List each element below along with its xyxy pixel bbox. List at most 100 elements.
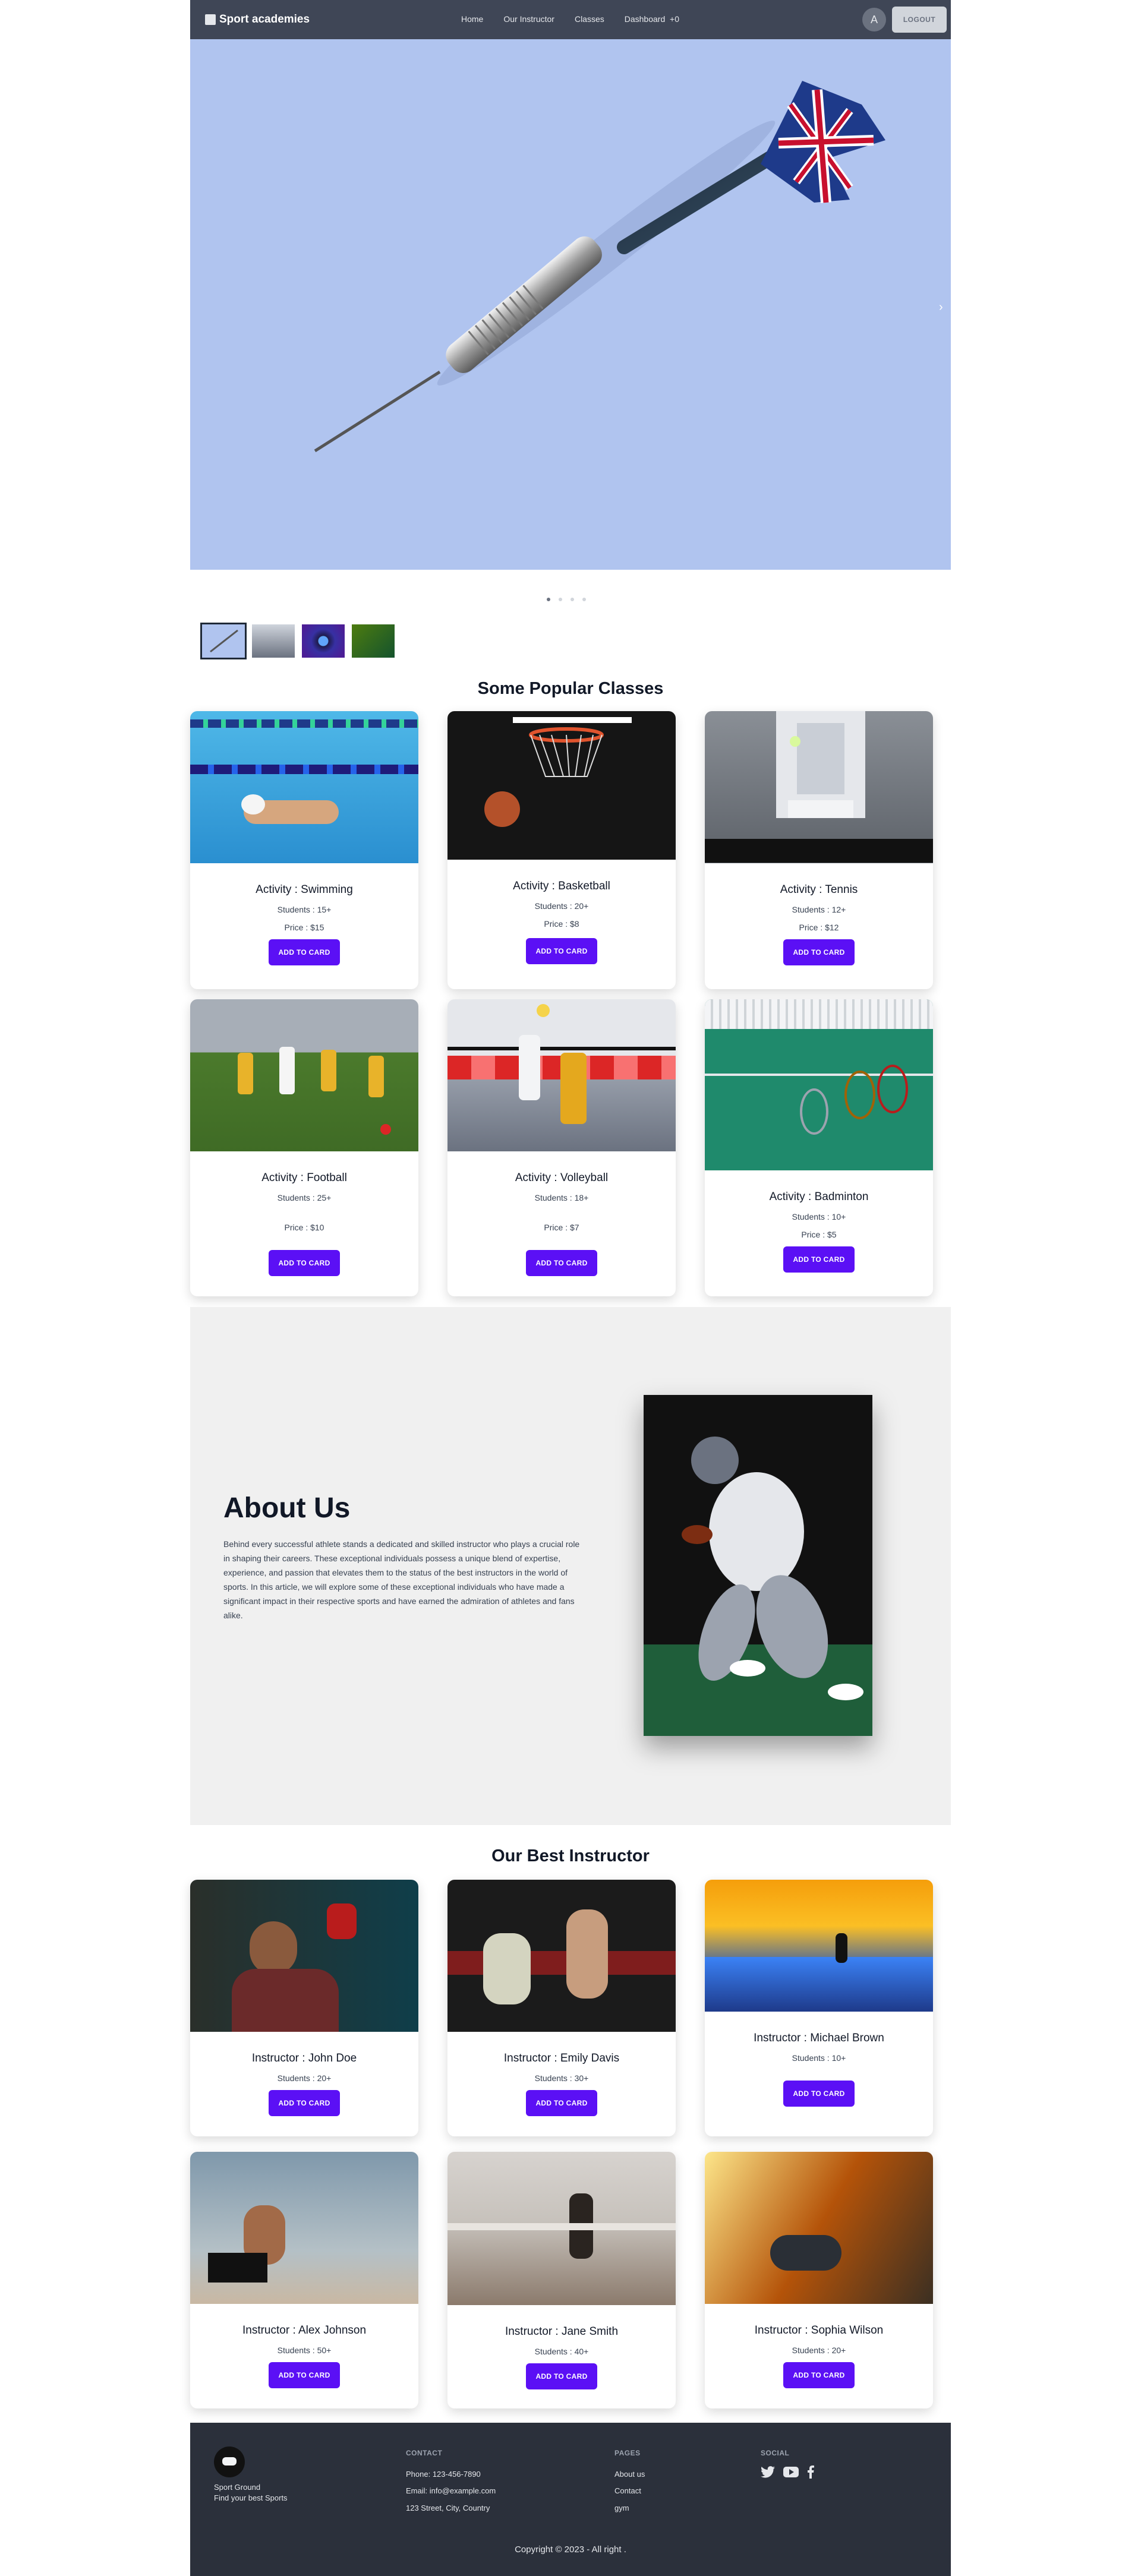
- class-card: Activity : Volleyball Students : 18+ Pri…: [447, 999, 676, 1296]
- twitter-icon[interactable]: [761, 2466, 775, 2478]
- youtube-icon[interactable]: [783, 2467, 799, 2477]
- nav-dashboard-label: Dashboard: [624, 14, 666, 24]
- nav-home[interactable]: Home: [461, 14, 483, 24]
- instructor-photo: [447, 1880, 676, 2032]
- footer-pages-title: PAGES: [614, 2449, 641, 2457]
- add-to-card-button[interactable]: ADD TO CARD: [269, 2090, 340, 2116]
- instructor-photo: [705, 2152, 933, 2304]
- footer-email: Email: info@example.com: [406, 2486, 496, 2495]
- add-to-card-button[interactable]: ADD TO CARD: [269, 939, 340, 965]
- nav-dashboard[interactable]: Dashboard +0: [625, 14, 679, 24]
- navbar: Sport academies Home Our Instructor Clas…: [190, 0, 951, 39]
- instructor-students: Students : 40+: [534, 2347, 589, 2356]
- class-card: Activity : Swimming Students : 15+ Price…: [190, 711, 418, 989]
- classes-section-title: Some Popular Classes: [477, 679, 664, 698]
- badminton-image: [705, 999, 933, 1170]
- class-card: Activity : Tennis Students : 12+ Price :…: [705, 711, 933, 989]
- footer-social-title: SOCIAL: [761, 2449, 790, 2457]
- swimming-image: [190, 711, 418, 863]
- add-to-card-button[interactable]: ADD TO CARD: [783, 939, 855, 965]
- class-students: Students : 12+: [792, 905, 846, 914]
- class-activity: Activity : Volleyball: [515, 1172, 609, 1184]
- basketball-image: [447, 711, 676, 860]
- logout-button[interactable]: LOGOUT: [892, 7, 947, 33]
- thumbnail-darts-board[interactable]: [252, 624, 295, 658]
- class-card: Activity : Badminton Students : 10+ Pric…: [705, 999, 933, 1296]
- add-to-card-button[interactable]: ADD TO CARD: [269, 2362, 340, 2388]
- thumbnail-target[interactable]: [302, 624, 345, 658]
- add-to-card-button[interactable]: ADD TO CARD: [526, 1250, 597, 1276]
- cart-count: +0: [670, 14, 679, 24]
- about-text: Behind every successful athlete stands a…: [223, 1539, 580, 1620]
- instructor-photo: [705, 1880, 933, 2012]
- class-activity: Activity : Tennis: [780, 883, 858, 896]
- nav-links: Home Our Instructor Classes Dashboard +0: [461, 14, 679, 24]
- about-title: About Us: [223, 1492, 351, 1524]
- instructor-card: Instructor : Michael Brown Students : 10…: [705, 1880, 933, 2136]
- class-price: Price : $7: [544, 1223, 579, 1232]
- thumbnail-dart[interactable]: [200, 623, 247, 659]
- slider-dot[interactable]: [547, 598, 550, 601]
- footer-link-about[interactable]: About us: [614, 2470, 645, 2479]
- slider-dot[interactable]: [559, 598, 562, 601]
- nav-classes[interactable]: Classes: [575, 14, 604, 24]
- add-to-card-button[interactable]: ADD TO CARD: [526, 938, 597, 964]
- class-price: Price : $15: [284, 923, 324, 932]
- class-students: Students : 10+: [792, 1212, 846, 1221]
- footer-contact-title: CONTACT: [406, 2449, 443, 2457]
- class-price: Price : $8: [544, 919, 579, 929]
- instructor-card: Instructor : Alex Johnson Students : 50+…: [190, 2152, 418, 2408]
- facebook-icon[interactable]: [807, 2465, 814, 2479]
- logo-icon: [205, 14, 216, 25]
- thumbnail-field[interactable]: [352, 624, 395, 658]
- class-students: Students : 20+: [534, 901, 589, 911]
- volleyball-image: [447, 999, 676, 1151]
- football-image: [190, 999, 418, 1151]
- footer-address: 123 Street, City, Country: [406, 2504, 490, 2512]
- footer-tagline: Find your best Sports: [214, 2493, 288, 2502]
- class-price: Price : $10: [284, 1223, 324, 1232]
- instructor-name: Instructor : Emily Davis: [503, 2052, 620, 2064]
- footer-brand-name: Sport Ground: [214, 2483, 261, 2492]
- class-price: Price : $12: [799, 923, 839, 932]
- class-card: Activity : Basketball Students : 20+ Pri…: [447, 711, 676, 989]
- brand[interactable]: Sport academies: [205, 13, 310, 26]
- instructor-card: Instructor : Sophia Wilson Students : 20…: [705, 2152, 933, 2408]
- class-activity: Activity : Swimming: [256, 883, 353, 896]
- slider-dot[interactable]: [570, 598, 574, 601]
- footer-link-gym[interactable]: gym: [614, 2504, 629, 2512]
- slider-dot[interactable]: [582, 598, 586, 601]
- social-links: [761, 2465, 814, 2479]
- class-activity: Activity : Basketball: [513, 880, 610, 892]
- add-to-card-button[interactable]: ADD TO CARD: [526, 2090, 597, 2116]
- class-price: Price : $5: [801, 1230, 837, 1239]
- dart-image: [314, 81, 885, 453]
- slider-next-button[interactable]: ›: [939, 301, 943, 314]
- add-to-card-button[interactable]: ADD TO CARD: [783, 2081, 855, 2107]
- instructor-card: Instructor : John Doe Students : 20+ ADD…: [190, 1880, 418, 2136]
- tennis-image: [705, 711, 933, 863]
- instructor-students: Students : 10+: [792, 2053, 846, 2063]
- hero-slide: ›: [190, 39, 951, 570]
- class-students: Students : 15+: [277, 905, 332, 914]
- class-activity: Activity : Football: [261, 1172, 347, 1184]
- avatar[interactable]: A: [862, 8, 886, 31]
- instructor-name: Instructor : Alex Johnson: [242, 2324, 367, 2337]
- instructor-students: Students : 20+: [792, 2345, 846, 2355]
- instructors-section-title: Our Best Instructor: [491, 1846, 650, 1865]
- add-to-card-button[interactable]: ADD TO CARD: [526, 2363, 597, 2389]
- instructor-name: Instructor : Michael Brown: [754, 2032, 884, 2044]
- brand-name: Sport academies: [219, 13, 310, 26]
- instructor-name: Instructor : Sophia Wilson: [754, 2324, 884, 2337]
- add-to-card-button[interactable]: ADD TO CARD: [783, 1246, 855, 1273]
- footer-link-contact[interactable]: Contact: [614, 2486, 641, 2495]
- add-to-card-button[interactable]: ADD TO CARD: [783, 2362, 855, 2388]
- add-to-card-button[interactable]: ADD TO CARD: [269, 1250, 340, 1276]
- nav-our-instructor[interactable]: Our Instructor: [503, 14, 554, 24]
- instructor-name: Instructor : Jane Smith: [505, 2325, 619, 2338]
- class-students: Students : 25+: [277, 1193, 332, 1202]
- instructor-photo: [190, 2152, 418, 2304]
- football-player-image: [644, 1395, 872, 1736]
- class-students: Students : 18+: [534, 1193, 589, 1202]
- footer-logo-icon: [214, 2446, 245, 2477]
